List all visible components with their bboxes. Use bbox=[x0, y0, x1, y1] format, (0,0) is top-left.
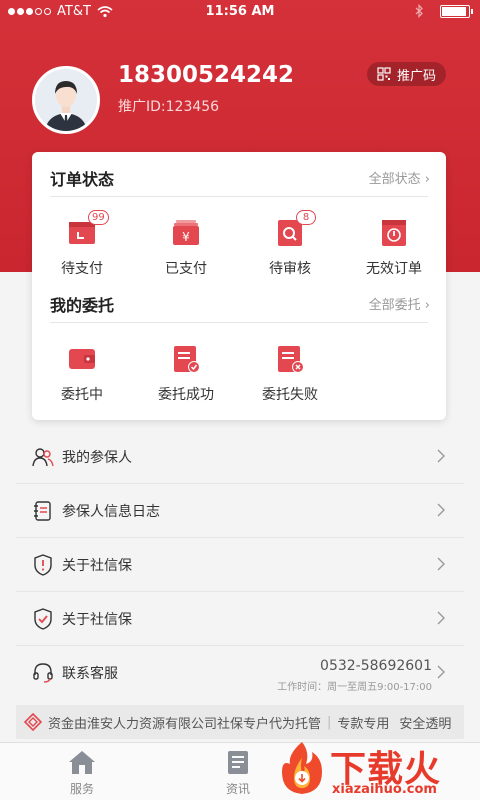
entrust-in-progress[interactable]: 委托中 bbox=[37, 344, 127, 404]
menu-item-about-1[interactable]: 关于社信保 bbox=[16, 538, 464, 592]
news-icon bbox=[228, 751, 248, 774]
bluetooth-icon bbox=[415, 4, 423, 18]
shield-alert-icon bbox=[34, 554, 52, 576]
chevron-right-icon bbox=[437, 503, 445, 517]
log-icon bbox=[34, 501, 51, 521]
doc-check-icon bbox=[172, 344, 200, 374]
tab-news[interactable]: 资讯 bbox=[208, 749, 268, 797]
menu-label: 我的参保人 bbox=[62, 450, 132, 466]
order-item-label: 已支付 bbox=[165, 261, 207, 277]
chevron-right-icon: › bbox=[424, 172, 430, 187]
notice-tag: 专款专用 bbox=[337, 716, 390, 732]
entrust-item-label: 委托中 bbox=[61, 387, 103, 403]
menu-label: 参保人信息日志 bbox=[62, 504, 160, 520]
home-icon bbox=[69, 751, 95, 774]
notice-text: 资金由淮安人力资源有限公司社保专户代为托管 bbox=[48, 716, 322, 732]
order-reviewing[interactable]: 8 待审核 bbox=[245, 210, 335, 278]
entrust-failed[interactable]: 委托失败 bbox=[245, 344, 335, 404]
people-icon bbox=[32, 448, 54, 467]
promo-id: 推广ID:123456 bbox=[118, 99, 220, 115]
divider bbox=[50, 322, 428, 323]
order-item-label: 待审核 bbox=[269, 261, 311, 277]
wallet-icon bbox=[68, 344, 96, 374]
status-right bbox=[415, 4, 473, 18]
menu-item-about-2[interactable]: 关于社信保 bbox=[16, 592, 464, 646]
user-phone: 18300524242 bbox=[118, 62, 295, 88]
all-status-label: 全部状态 bbox=[368, 172, 421, 187]
order-paid[interactable]: ¥ 已支付 bbox=[141, 218, 231, 278]
wallet-clock-icon: 99 bbox=[68, 210, 109, 248]
menu-item-my-insured[interactable]: 我的参保人 bbox=[16, 430, 464, 484]
badge-count: 99 bbox=[88, 210, 109, 225]
menu-label: 联系客服 bbox=[62, 666, 118, 682]
service-hours: 工作时间：周一至周五9:00-17:00 bbox=[277, 682, 432, 693]
avatar[interactable] bbox=[32, 66, 100, 134]
order-invalid[interactable]: 无效订单 bbox=[349, 218, 439, 278]
badge-count: 8 bbox=[296, 210, 316, 225]
entrust-item-label: 委托失败 bbox=[262, 387, 318, 403]
all-entrust-link[interactable]: 全部委托 › bbox=[369, 294, 430, 313]
chevron-right-icon bbox=[437, 611, 445, 625]
order-pending-payment[interactable]: 99 待支付 bbox=[37, 210, 127, 278]
shield-check-icon bbox=[34, 608, 52, 630]
trust-notice: 资金由淮安人力资源有限公司社保专户代为托管 | 专款专用 安全透明 bbox=[16, 705, 464, 739]
download-watermark: 下载火 xiazaihuo.com bbox=[272, 740, 462, 798]
notice-tag: 安全透明 bbox=[399, 716, 452, 732]
status-bar: AT&T 11:56 AM bbox=[0, 0, 480, 26]
battery-icon bbox=[440, 4, 473, 18]
invalid-doc-icon bbox=[380, 218, 408, 248]
seal-logo-icon bbox=[24, 713, 42, 731]
divider bbox=[50, 196, 428, 197]
all-status-link[interactable]: 全部状态 › bbox=[369, 168, 430, 187]
notice-separator: | bbox=[327, 714, 332, 730]
chevron-right-icon: › bbox=[424, 298, 430, 313]
flame-logo-icon bbox=[282, 742, 322, 794]
tab-service[interactable]: 服务 bbox=[52, 749, 112, 797]
headset-icon bbox=[33, 663, 53, 683]
chevron-right-icon bbox=[437, 665, 445, 679]
all-entrust-label: 全部委托 bbox=[368, 298, 421, 313]
entrust-success[interactable]: 委托成功 bbox=[141, 344, 231, 404]
qrcode-icon bbox=[377, 67, 391, 81]
service-phone[interactable]: 0532-58692601 bbox=[320, 658, 432, 674]
tab-label: 资讯 bbox=[225, 782, 250, 796]
chevron-right-icon bbox=[437, 557, 445, 571]
chevron-right-icon bbox=[437, 449, 445, 463]
menu-label: 关于社信保 bbox=[62, 612, 132, 628]
svg-text:¥: ¥ bbox=[182, 230, 190, 244]
entrust-title: 我的委托 bbox=[50, 296, 115, 315]
watermark-url: xiazaihuo.com bbox=[332, 782, 437, 797]
menu-item-info-log[interactable]: 参保人信息日志 bbox=[16, 484, 464, 538]
promo-code-button[interactable]: 推广码 bbox=[366, 62, 446, 86]
order-card: 订单状态 全部状态 › 99 待支付 ¥ 已支付 8 待审核 无效订单 我的委托… bbox=[32, 152, 446, 420]
yen-card-icon: ¥ bbox=[172, 218, 200, 248]
menu-label: 关于社信保 bbox=[62, 558, 132, 574]
order-item-label: 待支付 bbox=[61, 261, 103, 277]
status-time: 11:56 AM bbox=[205, 4, 275, 19]
order-status-title: 订单状态 bbox=[50, 170, 115, 189]
menu-item-customer-service[interactable]: 联系客服 0532-58692601 工作时间：周一至周五9:00-17:00 bbox=[16, 646, 464, 700]
promo-code-label: 推广码 bbox=[396, 68, 436, 84]
doc-fail-icon bbox=[276, 344, 304, 374]
entrust-item-label: 委托成功 bbox=[158, 387, 214, 403]
search-doc-icon: 8 bbox=[276, 210, 316, 248]
order-item-label: 无效订单 bbox=[366, 261, 422, 277]
tab-label: 服务 bbox=[69, 782, 94, 796]
